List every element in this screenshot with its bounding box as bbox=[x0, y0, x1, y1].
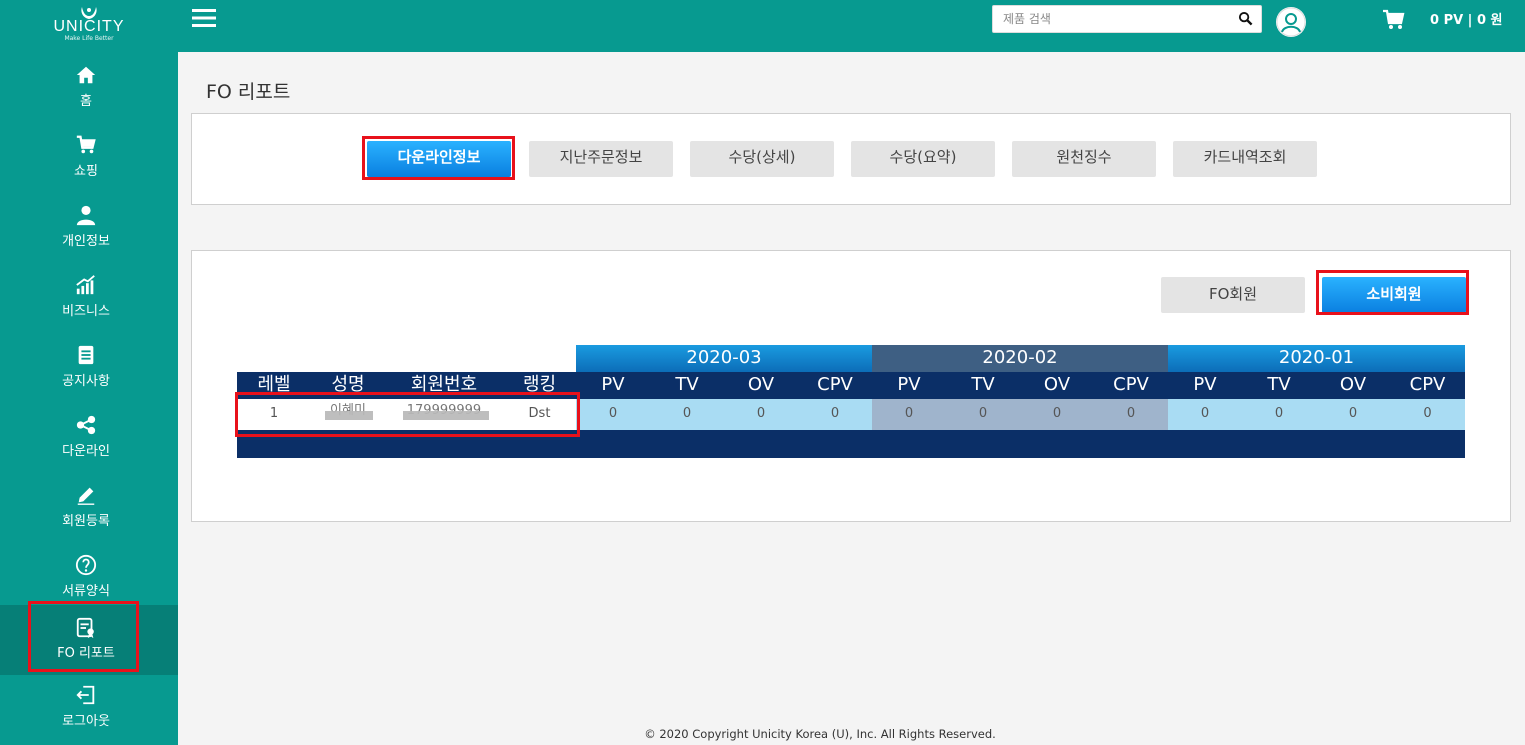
column-header-tv: TV bbox=[650, 372, 724, 399]
home-icon bbox=[76, 66, 96, 84]
sidebar-item-member-registration[interactable]: 회원등록 bbox=[0, 476, 178, 546]
logout-icon bbox=[76, 685, 95, 705]
tab-card-history[interactable]: 카드내역조회 bbox=[1173, 141, 1317, 177]
cart-summary[interactable]: 0 PV | 0 원 bbox=[1430, 9, 1503, 28]
user-account-icon[interactable] bbox=[1276, 7, 1306, 37]
sidebar-item-business[interactable]: 비즈니스 bbox=[0, 266, 178, 336]
column-header-pv: PV bbox=[576, 372, 650, 399]
column-header-cpv: CPV bbox=[1390, 372, 1465, 399]
sidebar-item-downline[interactable]: 다운라인 bbox=[0, 406, 178, 476]
sidebar-item-label: 공지사항 bbox=[62, 374, 110, 389]
column-header-tv: TV bbox=[1242, 372, 1316, 399]
cell-value: 0 bbox=[872, 399, 946, 430]
sidebar-item-label: 서류양식 bbox=[62, 584, 110, 599]
question-circle-icon bbox=[75, 554, 97, 576]
highlight-box bbox=[1316, 270, 1469, 315]
sidebar-item-label: 개인정보 bbox=[62, 234, 110, 249]
highlight-box bbox=[235, 392, 580, 437]
fo-member-button[interactable]: FO회원 bbox=[1161, 277, 1305, 313]
cell-value: 0 bbox=[724, 399, 798, 430]
sidebar-item-notices[interactable]: 공지사항 bbox=[0, 336, 178, 406]
sidebar-item-label: 비즈니스 bbox=[62, 304, 110, 319]
unicity-logo[interactable]: UNICITY Make Life Better bbox=[0, 6, 178, 42]
person-icon bbox=[76, 205, 96, 226]
column-header-pv: PV bbox=[1168, 372, 1242, 399]
sidebar-item-home[interactable]: 홈 bbox=[0, 56, 178, 126]
copyright-text: © 2020 Copyright Unicity Korea (U), Inc.… bbox=[644, 727, 996, 741]
search-input[interactable] bbox=[993, 6, 1229, 32]
search-box bbox=[992, 5, 1262, 33]
tab-commission-summary[interactable]: 수당(요약) bbox=[851, 141, 995, 177]
cell-value: 0 bbox=[798, 399, 872, 430]
pencil-icon bbox=[77, 487, 95, 505]
cart-icon bbox=[76, 135, 96, 154]
column-header-cpv: CPV bbox=[1094, 372, 1168, 399]
hamburger-menu-icon[interactable] bbox=[192, 8, 216, 28]
cell-value: 0 bbox=[1316, 399, 1390, 430]
document-icon bbox=[78, 345, 94, 365]
cell-value: 0 bbox=[576, 399, 650, 430]
brand-tagline: Make Life Better bbox=[64, 35, 114, 42]
column-header-ov: OV bbox=[1316, 372, 1390, 399]
brand-name: UNICITY bbox=[53, 18, 125, 35]
highlight-box bbox=[28, 601, 139, 672]
column-header-ov: OV bbox=[1020, 372, 1094, 399]
top-bar: 0 PV | 0 원 bbox=[178, 0, 1525, 52]
tab-commission-detail[interactable]: 수당(상세) bbox=[690, 141, 834, 177]
cell-value: 0 bbox=[1168, 399, 1242, 430]
cart-icon[interactable] bbox=[1382, 9, 1406, 31]
sidebar-item-label: 홈 bbox=[80, 94, 92, 109]
column-header-pv: PV bbox=[872, 372, 946, 399]
cell-value: 0 bbox=[1242, 399, 1316, 430]
highlight-box bbox=[362, 136, 515, 180]
page-title: FO 리포트 bbox=[206, 81, 291, 103]
cell-value: 0 bbox=[1390, 399, 1465, 430]
cell-value: 0 bbox=[1020, 399, 1094, 430]
cell-value: 0 bbox=[650, 399, 724, 430]
sidebar-item-shopping[interactable]: 쇼핑 bbox=[0, 126, 178, 196]
sidebar-item-label: 다운라인 bbox=[62, 444, 110, 459]
growth-chart-icon bbox=[76, 275, 95, 295]
cell-value: 0 bbox=[946, 399, 1020, 430]
tab-past-orders[interactable]: 지난주문정보 bbox=[529, 141, 673, 177]
column-header-tv: TV bbox=[946, 372, 1020, 399]
search-icon[interactable] bbox=[1238, 11, 1253, 26]
share-nodes-icon bbox=[76, 415, 96, 435]
tab-withholding-tax[interactable]: 원천징수 bbox=[1012, 141, 1156, 177]
sidebar-item-label: 회원등록 bbox=[62, 514, 110, 529]
month-header: 2020-03 bbox=[576, 345, 872, 372]
month-header: 2020-02 bbox=[872, 345, 1168, 372]
month-header: 2020-01 bbox=[1168, 345, 1465, 372]
cell-value: 0 bbox=[1094, 399, 1168, 430]
column-header-ov: OV bbox=[724, 372, 798, 399]
sidebar-item-label: 쇼핑 bbox=[74, 164, 98, 179]
sidebar-item-personal-info[interactable]: 개인정보 bbox=[0, 196, 178, 266]
column-header-cpv: CPV bbox=[798, 372, 872, 399]
